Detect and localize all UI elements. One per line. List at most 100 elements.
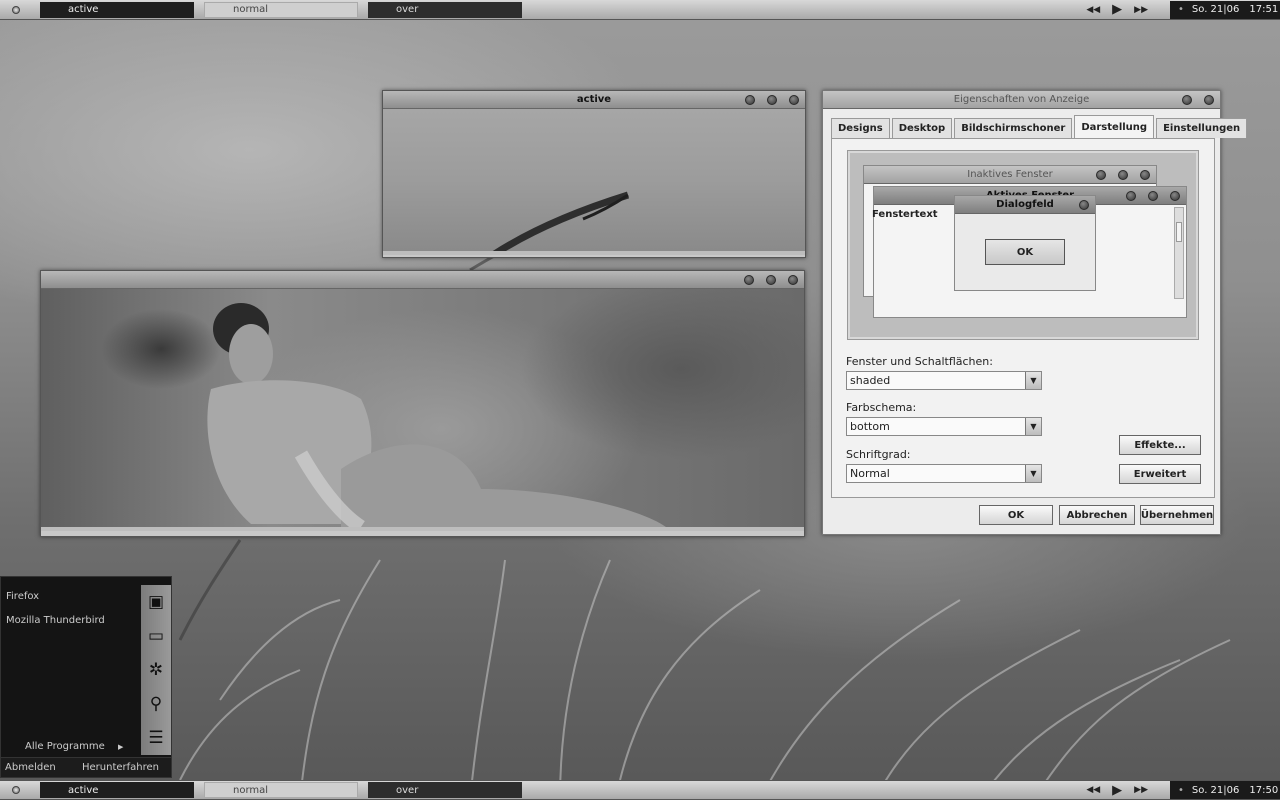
windows-icon[interactable]: ▣ [148, 592, 164, 612]
tab-desktop[interactable]: Desktop [891, 118, 953, 138]
orb-icon [12, 5, 20, 14]
taskbar-task-over[interactable]: over [368, 782, 522, 798]
chevron-down-icon[interactable]: ▼ [1025, 418, 1041, 435]
start-menu-footer: Abmelden Herunterfahren [1, 757, 171, 777]
grass-image [492, 191, 630, 251]
cancel-button[interactable]: Abbrechen [1059, 505, 1135, 525]
minimize-button[interactable] [745, 95, 755, 105]
clock-date: So. 21|06 [1191, 4, 1240, 15]
dialog-title: Eigenschaften von Anzeige [953, 94, 1090, 105]
apply-button[interactable]: Übernehmen [1140, 505, 1214, 525]
tab-screensaver[interactable]: Bildschirmschoner [954, 118, 1073, 138]
maximize-button [1118, 170, 1128, 180]
color-scheme-value: bottom [850, 420, 890, 433]
rewind-icon[interactable]: ◀◀ [1086, 5, 1100, 15]
display-properties-dialog[interactable]: Eigenschaften von Anzeige Designs Deskto… [822, 90, 1248, 535]
clock-time: 17:50 [1249, 784, 1279, 796]
font-size-select[interactable]: Normal ▼ [846, 464, 1042, 483]
preview-dialog-title: Dialogfeld [996, 199, 1054, 210]
help-button[interactable] [1182, 95, 1192, 105]
clock[interactable]: • So. 21|06 17:51 [1170, 0, 1280, 19]
media-controls: ◀◀ ▶ ▶▶ [1086, 783, 1148, 798]
preview-ok-button: OK [985, 239, 1065, 265]
tray-dot-icon: • [1178, 4, 1184, 15]
photo-window[interactable] [40, 270, 805, 537]
tab-appearance[interactable]: Darstellung [1074, 115, 1155, 138]
clock[interactable]: • So. 21|06 17:50 [1170, 781, 1280, 799]
appearance-panel: Inaktives Fenster Aktives Fenster [831, 138, 1215, 498]
preview-dialog: Dialogfeld OK [954, 195, 1096, 291]
monitor-icon[interactable]: ▭ [148, 626, 164, 646]
tab-settings[interactable]: Einstellungen [1156, 118, 1248, 138]
minimize-button [1096, 170, 1106, 180]
start-menu: Firefox Mozilla Thunderbird ▣ ▭ ✲ ⚲ ☰ Al… [0, 576, 172, 778]
window-title: active [576, 94, 612, 105]
maximize-button [1148, 191, 1158, 201]
taskbar-task-normal[interactable]: normal [204, 782, 358, 798]
preview-scrollbar [1174, 207, 1184, 299]
clock-date: So. 21|06 [1191, 784, 1240, 796]
minimize-button [1126, 191, 1136, 201]
search-icon[interactable]: ⚲ [150, 694, 162, 714]
fast-forward-icon[interactable]: ▶▶ [1134, 785, 1148, 795]
start-button[interactable] [0, 0, 32, 20]
effects-button[interactable]: Effekte... [1119, 435, 1201, 455]
preview-window-text: Fenstertext [872, 209, 938, 220]
bottom-taskbar: active normal over ◀◀ ▶ ▶▶ • So. 21|06 1… [0, 780, 1280, 800]
tab-designs[interactable]: Designs [831, 118, 890, 138]
taskbar-task-active[interactable]: active [40, 1, 194, 18]
media-controls: ◀◀ ▶ ▶▶ [1086, 2, 1148, 17]
windows-buttons-value: shaded [850, 374, 891, 387]
gear-icon[interactable]: ✲ [149, 660, 163, 680]
font-size-label: Schriftgrad: [846, 448, 911, 461]
play-icon[interactable]: ▶ [1112, 2, 1122, 17]
rewind-icon[interactable]: ◀◀ [1086, 785, 1100, 795]
active-window-content [383, 109, 805, 255]
windows-buttons-select[interactable]: shaded ▼ [846, 371, 1042, 390]
play-icon[interactable]: ▶ [1112, 783, 1122, 798]
close-button [1079, 200, 1089, 210]
all-programs-label: Alle Programme [25, 741, 105, 752]
start-menu-item-thunderbird[interactable]: Mozilla Thunderbird [6, 615, 105, 626]
preview-inactive-title: Inaktives Fenster [967, 169, 1053, 180]
tray-dot-icon: • [1178, 784, 1184, 796]
all-programs-link[interactable]: Alle Programme ▶ [25, 741, 123, 752]
start-menu-side-panel: ▣ ▭ ✲ ⚲ ☰ [141, 585, 171, 755]
close-button[interactable] [1204, 95, 1214, 105]
photo-window-titlebar[interactable] [41, 271, 804, 289]
close-button [1140, 170, 1150, 180]
taskbar-task-normal[interactable]: normal [204, 1, 358, 18]
close-button[interactable] [789, 95, 799, 105]
windows-buttons-label: Fenster und Schaltflächen: [846, 355, 993, 368]
font-size-value: Normal [850, 467, 890, 480]
chevron-right-icon: ▶ [118, 743, 124, 751]
top-taskbar: active normal over ◀◀ ▶ ▶▶ • So. 21|06 1… [0, 0, 1280, 20]
taskbar-task-over[interactable]: over [368, 1, 522, 18]
dialog-titlebar[interactable]: Eigenschaften von Anzeige [823, 91, 1220, 109]
logoff-button[interactable]: Abmelden [5, 762, 56, 773]
tab-strip: Designs Desktop Bildschirmschoner Darste… [831, 115, 1249, 138]
control-panel-icon[interactable]: ☰ [148, 728, 163, 748]
appearance-preview: Inaktives Fenster Aktives Fenster [847, 150, 1199, 340]
chevron-down-icon[interactable]: ▼ [1025, 372, 1041, 389]
close-button[interactable] [788, 275, 798, 285]
active-window[interactable]: active [382, 90, 806, 258]
chevron-down-icon[interactable]: ▼ [1025, 465, 1041, 482]
clock-time: 17:51 [1249, 4, 1279, 15]
close-button [1170, 191, 1180, 201]
active-window-titlebar[interactable]: active [383, 91, 805, 109]
color-scheme-label: Farbschema: [846, 401, 917, 414]
maximize-button[interactable] [767, 95, 777, 105]
maximize-button[interactable] [766, 275, 776, 285]
start-menu-item-firefox[interactable]: Firefox [6, 591, 39, 602]
start-button[interactable] [0, 780, 32, 800]
shutdown-button[interactable]: Herunterfahren [82, 762, 159, 773]
ok-button[interactable]: OK [979, 505, 1053, 525]
advanced-button[interactable]: Erweitert [1119, 464, 1201, 484]
taskbar-task-active[interactable]: active [40, 782, 194, 798]
color-scheme-select[interactable]: bottom ▼ [846, 417, 1042, 436]
minimize-button[interactable] [744, 275, 754, 285]
portrait-photo [207, 303, 666, 527]
photo-content [41, 289, 804, 531]
fast-forward-icon[interactable]: ▶▶ [1134, 5, 1148, 15]
